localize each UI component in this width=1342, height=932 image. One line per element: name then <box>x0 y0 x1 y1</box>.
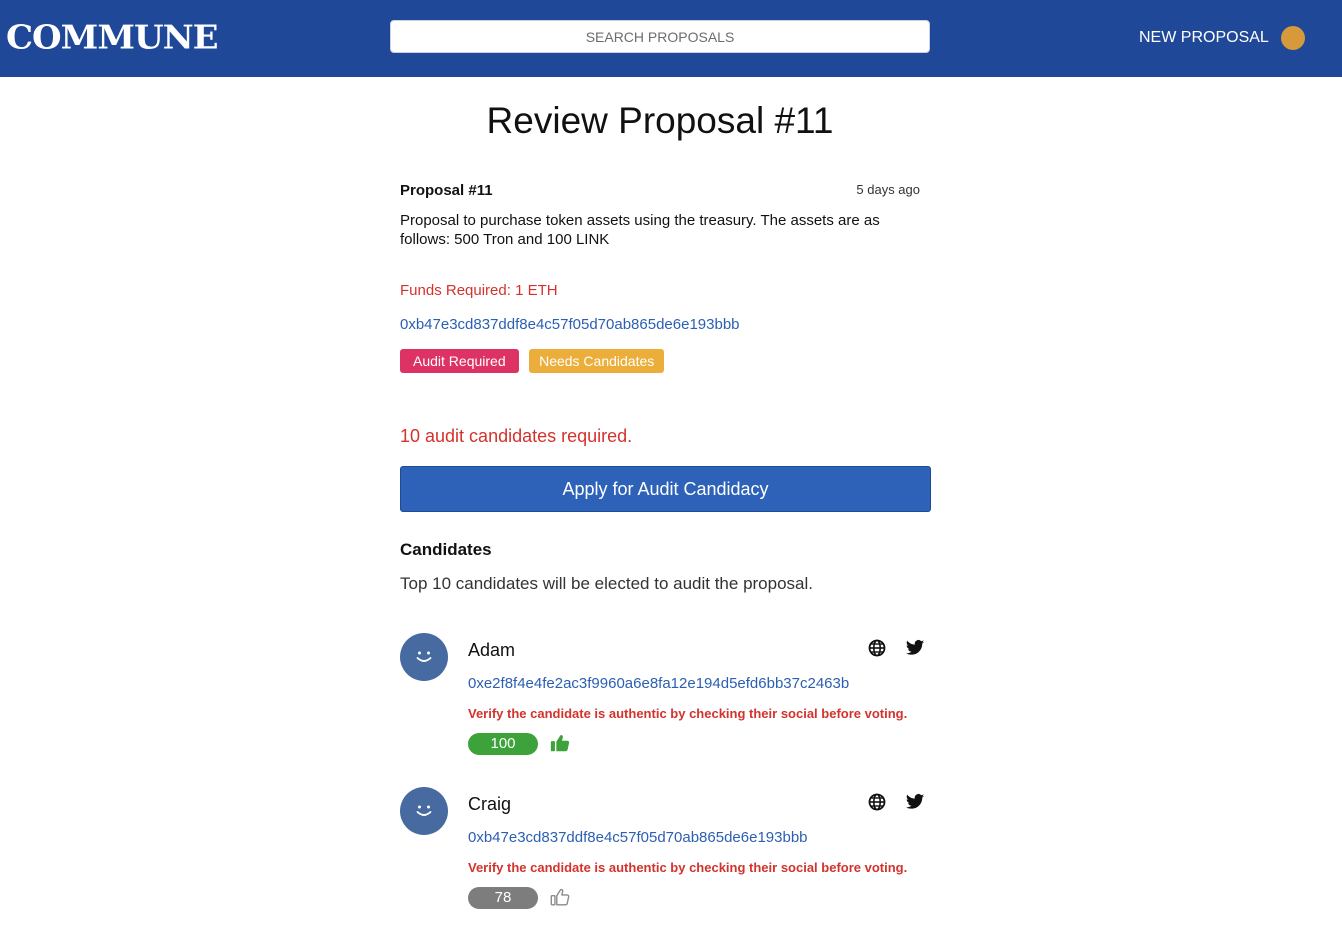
candidate-social-links <box>853 638 925 658</box>
globe-icon[interactable] <box>867 792 887 812</box>
candidate-card: Adam 0xe2f8f4e4fe2ac3f9960a6e8fa12e194d5… <box>400 633 931 763</box>
candidate-address-link[interactable]: 0xe2f8f4e4fe2ac3f9960a6e8fa12e194d5efd6b… <box>468 675 849 692</box>
candidate-name: Craig <box>468 794 512 814</box>
new-proposal-link[interactable]: NEW PROPOSAL <box>1139 29 1269 47</box>
thumbs-up-icon[interactable] <box>549 886 571 908</box>
candidate-warning: Verify the candidate is authentic by che… <box>468 706 908 721</box>
candidate-social-links <box>853 792 925 812</box>
twitter-icon[interactable] <box>905 638 925 658</box>
page-title: Review Proposal #11 <box>486 100 834 141</box>
proposal-address-link[interactable]: 0xb47e3cd837ddf8e4c57f05d70ab865de6e193b… <box>400 316 931 333</box>
user-avatar[interactable] <box>1281 26 1305 50</box>
apply-audit-candidacy-button[interactable]: Apply for Audit Candidacy <box>400 466 931 512</box>
twitter-icon[interactable] <box>905 792 925 812</box>
candidate-address-link[interactable]: 0xb47e3cd837ddf8e4c57f05d70ab865de6e193b… <box>468 829 808 846</box>
vote-count-badge: 100 <box>468 733 538 755</box>
thumbs-up-icon[interactable] <box>549 732 571 754</box>
commune-logo[interactable]: COMMUNE <box>6 19 219 57</box>
vote-count-badge: 78 <box>468 887 538 909</box>
needs-candidates-badge: Needs Candidates <box>529 349 665 373</box>
candidates-heading: Candidates <box>400 540 492 559</box>
proposal-timestamp: 5 days ago <box>856 182 920 197</box>
audit-required-text: 10 audit candidates required. <box>400 426 633 446</box>
smiley-avatar-icon <box>400 633 448 681</box>
funds-required: Funds Required: 1 ETH <box>400 282 558 299</box>
candidate-warning: Verify the candidate is authentic by che… <box>468 860 908 875</box>
candidates-subtitle: Top 10 candidates will be elected to aud… <box>400 574 813 593</box>
globe-icon[interactable] <box>867 638 887 658</box>
status-badges: Audit Required Needs Candidates <box>400 349 931 373</box>
search-proposals-input[interactable] <box>390 20 930 53</box>
proposal-header: Proposal #11 5 days ago <box>400 182 931 202</box>
audit-required-badge: Audit Required <box>400 349 519 373</box>
candidate-card: Craig 0xb47e3cd837ddf8e4c57f05d70ab865de… <box>400 787 931 917</box>
proposal-name: Proposal #11 <box>400 182 493 199</box>
proposal-description: Proposal to purchase token assets using … <box>400 212 880 248</box>
smiley-avatar-icon <box>400 787 448 835</box>
candidate-name: Adam <box>468 640 516 660</box>
top-navigation-bar: COMMUNE NEW PROPOSAL <box>0 0 1342 77</box>
